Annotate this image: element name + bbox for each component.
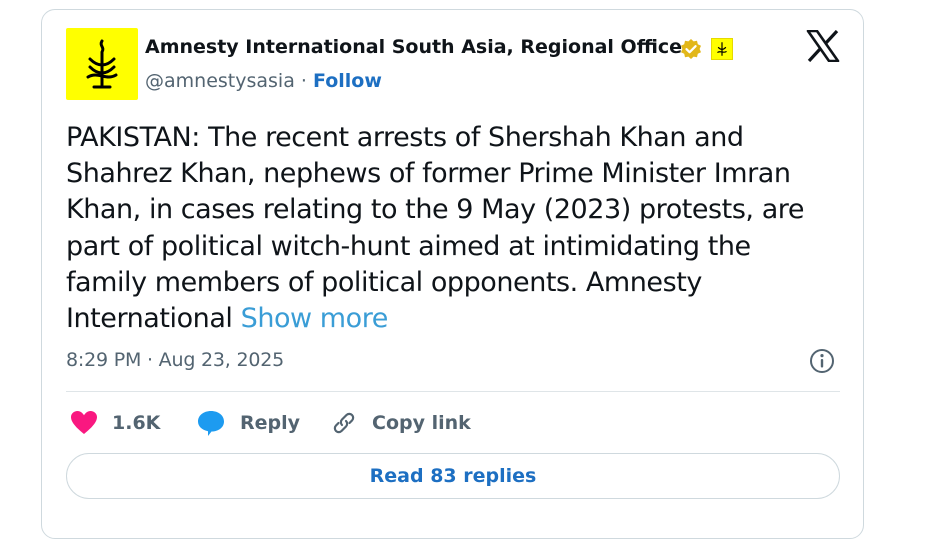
author-name[interactable]: Amnesty International South Asia, Region… [145,36,682,58]
read-replies-label: Read 83 replies [369,465,537,487]
reply-bubble-icon [198,411,224,436]
reply-label: Reply [240,412,301,434]
tweet-line: family members of political opponents. A… [66,266,702,298]
handle-row: @amnestysasia · Follow [145,70,382,92]
like-count: 1.6K [112,412,161,434]
copy-link-label: Copy link [372,412,471,434]
follow-button[interactable]: Follow [313,70,382,92]
tweet-line-last: International Show more [66,301,826,337]
tweet-text: PAKISTAN: The recent arrests of Shershah… [66,120,826,337]
amnesty-candle-icon [717,42,727,56]
amnesty-candle-icon [86,39,118,89]
like-button[interactable]: 1.6K [70,406,160,440]
divider [66,391,840,392]
timestamp[interactable]: 8:29 PM · Aug 23, 2025 [66,349,284,371]
link-icon [333,412,355,434]
gold-verified-icon [681,39,701,59]
heart-icon [71,411,97,434]
reply-button[interactable]: Reply [196,406,300,440]
x-logo-icon[interactable] [806,30,840,62]
tweet-line: Shahrez Khan, nephews of former Prime Mi… [66,158,791,190]
author-handle[interactable]: @amnestysasia [145,70,295,92]
avatar[interactable] [66,28,138,100]
show-more-link[interactable]: Show more [241,303,389,334]
tweet-line: PAKISTAN: The recent arrests of Shershah… [66,122,744,153]
separator: · [300,70,307,92]
tweet-line: Khan, in cases relating to the 9 May (20… [66,194,805,226]
affiliate-badge[interactable] [711,38,733,60]
copy-link-button[interactable]: Copy link [330,406,471,440]
tweet-line: part of political witch-hunt aimed at in… [66,230,751,262]
read-replies-button[interactable]: Read 83 replies [66,453,840,499]
info-icon[interactable] [808,347,836,375]
tweet-line: International [66,303,233,335]
